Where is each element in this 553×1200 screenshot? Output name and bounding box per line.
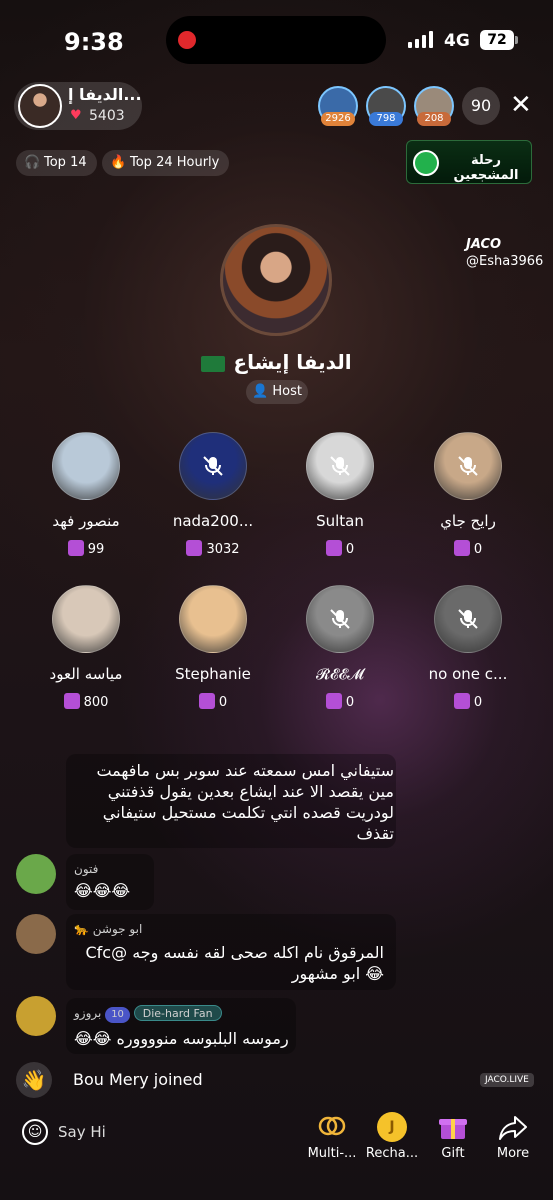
host-full-name-row: الديفا إيشاع bbox=[150, 350, 403, 374]
seat-gift-count: 3032 bbox=[153, 540, 273, 557]
host-handle: @Esha3966 bbox=[466, 254, 544, 269]
status-time: 9:38 bbox=[64, 28, 124, 56]
viewer-badge: 208 bbox=[417, 112, 451, 126]
more-button[interactable]: More bbox=[483, 1112, 543, 1161]
seat-avatar[interactable] bbox=[52, 432, 120, 500]
headphones-icon: 🎧 bbox=[24, 155, 41, 170]
seat-name: رايح جاي bbox=[440, 512, 496, 530]
seat-gift-count: 0 bbox=[408, 540, 528, 557]
fan-badge: Die-hard Fan bbox=[133, 1005, 222, 1021]
muted-mic-icon bbox=[328, 454, 352, 478]
network-type: 4G bbox=[444, 31, 470, 51]
recording-indicator-icon bbox=[178, 31, 196, 49]
dynamic-island bbox=[166, 16, 386, 64]
muted-mic-icon bbox=[201, 454, 225, 478]
person-icon: 👤 bbox=[252, 384, 269, 399]
gift-box-icon bbox=[438, 1112, 468, 1142]
seat-avatar[interactable] bbox=[179, 585, 247, 653]
seat-gift-count: 0 bbox=[153, 693, 273, 710]
join-notice: Bou Mery joined bbox=[73, 1070, 203, 1089]
seat-gift-count: 0 bbox=[280, 540, 400, 557]
seat-avatar[interactable] bbox=[306, 585, 374, 653]
football-icon bbox=[413, 150, 439, 176]
gift-icon bbox=[325, 540, 342, 556]
seat-avatar[interactable] bbox=[434, 432, 502, 500]
seat-avatar[interactable] bbox=[306, 432, 374, 500]
gift-icon bbox=[63, 693, 80, 709]
host-likes-count: 5403 bbox=[89, 108, 125, 124]
chat-message-text: 😂😂😂 bbox=[74, 881, 131, 900]
chat-message-text: المرقوق نام اكله صحى لقه نفسه وجه @Cfc 😂… bbox=[85, 943, 385, 983]
signal-icon bbox=[408, 30, 433, 48]
top-hourly-chip[interactable]: 🔥 Top 24 Hourly bbox=[102, 150, 230, 176]
level-badge: 10 bbox=[105, 1007, 130, 1023]
wave-icon: 👋 bbox=[16, 1062, 52, 1098]
gift-icon bbox=[453, 540, 470, 556]
gift-icon bbox=[198, 693, 215, 709]
gift-icon bbox=[186, 540, 203, 556]
share-arrow-icon bbox=[498, 1112, 528, 1142]
banner-label: رحلة المشجعين bbox=[453, 153, 519, 183]
fans-journey-banner[interactable]: رحلة المشجعين bbox=[406, 140, 532, 184]
chat-avatar[interactable] bbox=[16, 996, 56, 1036]
viewer-badge: 2926 bbox=[321, 112, 355, 126]
viewer-count-button[interactable]: 90 bbox=[462, 87, 500, 125]
seat-name: no one c... bbox=[428, 665, 508, 683]
leopard-icon: 🐆 bbox=[74, 922, 89, 936]
fire-icon: 🔥 bbox=[110, 155, 127, 170]
coin-icon: J bbox=[377, 1112, 407, 1142]
gift-button[interactable]: Gift bbox=[423, 1112, 483, 1161]
gift-icon bbox=[67, 540, 84, 556]
muted-mic-icon bbox=[328, 607, 352, 631]
say-hi-input[interactable]: ☺ Say Hi bbox=[22, 1119, 106, 1145]
muted-mic-icon bbox=[456, 454, 480, 478]
recharge-button[interactable]: J Recha... bbox=[362, 1112, 422, 1161]
heart-icon: ♥ bbox=[70, 108, 82, 123]
seat-name: nada200... bbox=[172, 512, 254, 530]
top-hourly-label: Top 24 Hourly bbox=[130, 155, 220, 170]
multi-guest-button[interactable]: Multi-... bbox=[302, 1112, 362, 1161]
chat-avatar[interactable] bbox=[16, 854, 56, 894]
brand-logo: JACO bbox=[466, 237, 502, 252]
chat-message-text: رموسه البلبوسه منووووره 😂😂 bbox=[74, 1029, 289, 1048]
saudi-flag-icon bbox=[201, 355, 226, 372]
seat-name: Stephanie bbox=[175, 665, 251, 683]
seat-avatar[interactable] bbox=[52, 585, 120, 653]
host-avatar[interactable] bbox=[18, 84, 62, 128]
top-weekly-label: Top 14 bbox=[44, 155, 87, 170]
gift-icon bbox=[453, 693, 470, 709]
chat-username-row: 🐆 ابو جوشن bbox=[74, 922, 143, 936]
seat-gift-count: 99 bbox=[26, 540, 146, 557]
chat-username: فتون bbox=[74, 862, 99, 876]
seat-name: مياسه العود bbox=[49, 665, 123, 683]
seat-name: منصور فهد bbox=[52, 512, 120, 530]
host-name: الديفا إ... bbox=[68, 85, 142, 104]
chat-message-text: ستيفاني امس سمعته عند سوبر بس مافهمت مين… bbox=[96, 761, 394, 843]
host-role-tag: 👤 Host bbox=[246, 380, 308, 404]
close-icon[interactable]: ✕ bbox=[510, 90, 532, 120]
host-seat-avatar[interactable] bbox=[220, 224, 332, 336]
host-role-label: Host bbox=[272, 384, 302, 399]
battery-icon: 72 bbox=[480, 30, 514, 50]
seat-gift-count: 800 bbox=[26, 693, 146, 710]
top-weekly-chip[interactable]: 🎧 Top 14 bbox=[16, 150, 97, 176]
seat-gift-count: 0 bbox=[280, 693, 400, 710]
chat-avatar[interactable] bbox=[16, 914, 56, 954]
seat-name: 𝓡𝓔𝓔𝓜 bbox=[315, 665, 364, 683]
battery-tip bbox=[515, 36, 518, 44]
seat-avatar[interactable] bbox=[434, 585, 502, 653]
host-full-name: الديفا إيشاع bbox=[233, 350, 352, 374]
seat-name: Sultan bbox=[316, 512, 364, 530]
chat-username-row: بروزو 10 Die-hard Fan bbox=[74, 1005, 222, 1023]
gift-icon bbox=[325, 693, 342, 709]
smile-icon: ☺ bbox=[22, 1119, 48, 1145]
multi-chat-icon bbox=[317, 1112, 347, 1142]
watermark: JACO.LIVE bbox=[480, 1073, 534, 1087]
seat-avatar[interactable] bbox=[179, 432, 247, 500]
muted-mic-icon bbox=[456, 607, 480, 631]
seat-gift-count: 0 bbox=[408, 693, 528, 710]
viewer-badge: 798 bbox=[369, 112, 403, 126]
